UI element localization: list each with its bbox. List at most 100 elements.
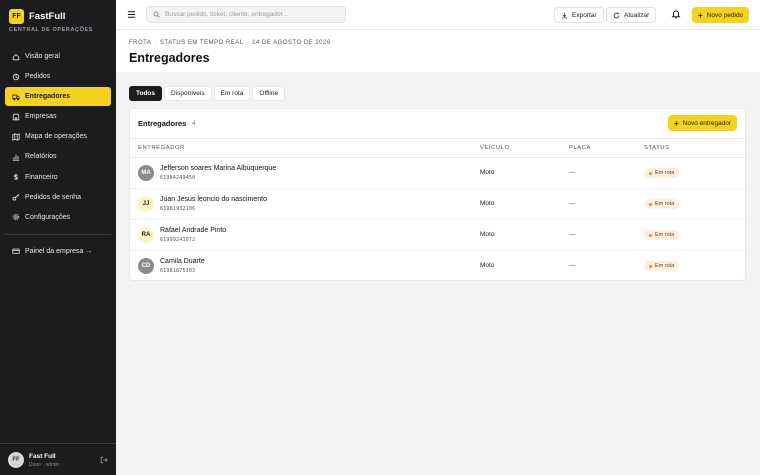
breadcrumb: FROTA · STATUS EM TEMPO REAL · 14 DE AGO…: [129, 40, 331, 46]
status-dot: [649, 202, 652, 206]
breadcrumb-separator: ·: [154, 40, 157, 46]
status-badge: Em rota: [644, 168, 680, 178]
tab-em-rota[interactable]: Em rota: [213, 86, 251, 101]
breadcrumb-item: STATUS EM TEMPO REAL: [159, 40, 244, 46]
driver-name: Jefferson soares Marina Albuquerque: [160, 165, 277, 172]
breadcrumb-item: 14 DE AGOSTO DE 2026: [252, 40, 331, 46]
vehicle: Moto: [480, 262, 495, 269]
status-label: Em rota: [655, 263, 675, 269]
table-row[interactable]: MA Jefferson soares Marina Albuquerque 6…: [130, 158, 745, 189]
avatar: JJ: [138, 196, 154, 212]
user-name: Fast Full: [29, 453, 56, 460]
breadcrumb-item[interactable]: FROTA: [129, 40, 151, 46]
company-panel-link[interactable]: Painel da empresa →: [5, 242, 111, 261]
driver-phone: 61984249450: [160, 175, 196, 181]
topbar: Exportar Atualizar + Novo pedido: [116, 0, 760, 30]
map-icon: [12, 133, 20, 141]
brand[interactable]: FF FastFull: [9, 9, 65, 24]
sidebar: FF FastFull CENTRAL DE OPERAÇÕES Visão g…: [0, 0, 116, 475]
filter-tabs: Todos Disponíveis Em rota Offline: [129, 86, 286, 101]
tab-offline[interactable]: Offline: [252, 86, 286, 101]
breadcrumb-separator: ·: [246, 40, 250, 46]
status-badge: Em rota: [644, 199, 680, 209]
status-dot: [649, 264, 652, 268]
status-dot: [649, 171, 652, 175]
table-row[interactable]: JJ Juan Jesus leoncio do nascimento 6198…: [130, 189, 745, 220]
sidebar-item-pedidos-senha[interactable]: Pedidos de senha: [5, 188, 111, 207]
column-header-placa[interactable]: PLACA: [569, 145, 591, 151]
download-icon: [562, 12, 567, 18]
driver-phone: 61999243072: [160, 237, 196, 243]
sidebar-item-pedidos[interactable]: Pedidos: [5, 67, 111, 86]
sidebar-item-label: Configurações: [25, 213, 71, 221]
table-row[interactable]: RA Rafael Andrade Pinto 61999243072 Moto…: [130, 220, 745, 251]
status-dot: [649, 233, 652, 237]
sidebar-item-label: Relatórios: [25, 153, 57, 161]
sidebar-item-label: Entregadores: [25, 93, 71, 101]
new-driver-button[interactable]: + Novo entregador: [668, 115, 738, 131]
search-icon: [153, 11, 160, 18]
tab-todos[interactable]: Todos: [129, 86, 163, 101]
drivers-count: · 4: [188, 120, 196, 127]
column-header-veiculo[interactable]: VEÍCULO: [480, 145, 510, 151]
new-driver-label: Novo entregador: [682, 119, 732, 127]
plate: —: [569, 262, 576, 269]
sidebar-item-label: Mapa de operações: [25, 133, 87, 141]
sidebar-item-relatorios[interactable]: Relatórios: [5, 147, 111, 166]
search-input[interactable]: [165, 11, 335, 18]
avatar: CD: [138, 258, 154, 274]
bell-icon[interactable]: [671, 9, 681, 19]
vehicle: Moto: [480, 200, 495, 207]
sidebar-item-financeiro[interactable]: Financeiro: [5, 168, 111, 187]
brand-logo: FF: [9, 9, 24, 24]
store-icon: [12, 113, 20, 120]
sidebar-item-label: Financeiro: [25, 173, 58, 181]
status-badge: Em rota: [644, 261, 680, 271]
sidebar-item-configuracoes[interactable]: Configurações: [5, 208, 111, 227]
driver-phone: 61981932106: [160, 206, 196, 212]
plate: —: [569, 200, 576, 207]
brand-subtitle: CENTRAL DE OPERAÇÕES: [9, 27, 94, 33]
truck-icon: [12, 94, 20, 101]
new-order-label: Novo pedido: [706, 11, 744, 19]
menu-icon[interactable]: [127, 10, 136, 19]
sidebar-nav: Visão geral Pedidos Entregadores Empresa…: [5, 47, 111, 262]
user-role: Dono · admin: [29, 462, 60, 468]
refresh-button[interactable]: Atualizar: [606, 7, 657, 23]
refresh-label: Atualizar: [624, 11, 650, 19]
tab-disponiveis[interactable]: Disponíveis: [164, 86, 212, 101]
page-header: FROTA · STATUS EM TEMPO REAL · 14 DE AGO…: [116, 30, 760, 72]
column-header-status[interactable]: STATUS: [644, 145, 670, 151]
table-header: ENTREGADOR VEÍCULO PLACA STATUS: [130, 138, 745, 158]
table-row[interactable]: CD Camila Duarte 61981875303 Moto — Em r…: [130, 251, 745, 280]
status-label: Em rota: [655, 201, 675, 207]
plus-icon: +: [698, 10, 703, 20]
sidebar-item-visao-geral[interactable]: Visão geral: [5, 47, 111, 66]
sidebar-divider: [5, 233, 111, 235]
key-icon: [12, 194, 20, 201]
column-header-entregador[interactable]: ENTREGADOR: [138, 145, 185, 151]
export-button[interactable]: Exportar: [554, 7, 604, 23]
sidebar-item-empresas[interactable]: Empresas: [5, 107, 111, 126]
export-label: Exportar: [572, 11, 597, 19]
plate: —: [569, 231, 576, 238]
plate: —: [569, 169, 576, 176]
sidebar-item-label: Empresas: [25, 113, 57, 121]
search-box: [146, 6, 346, 23]
drivers-card: Entregadores · 4 + Novo entregador ENTRE…: [129, 108, 746, 281]
home-icon: [12, 53, 20, 60]
sidebar-item-entregadores[interactable]: Entregadores: [5, 87, 111, 107]
avatar: MA: [138, 165, 154, 181]
avatar[interactable]: FF: [8, 452, 24, 468]
avatar: RA: [138, 227, 154, 243]
brand-name: FastFull: [29, 11, 66, 22]
company-panel-label: Painel da empresa →: [25, 247, 93, 255]
sidebar-item-label: Pedidos de senha: [25, 193, 82, 201]
new-order-button[interactable]: + Novo pedido: [692, 7, 750, 23]
dollar-icon: [13, 173, 19, 181]
logout-icon[interactable]: [100, 456, 108, 464]
sidebar-item-mapa[interactable]: Mapa de operações: [5, 127, 111, 146]
refresh-icon: [613, 12, 620, 18]
vehicle: Moto: [480, 231, 495, 238]
gear-icon: [12, 214, 20, 221]
